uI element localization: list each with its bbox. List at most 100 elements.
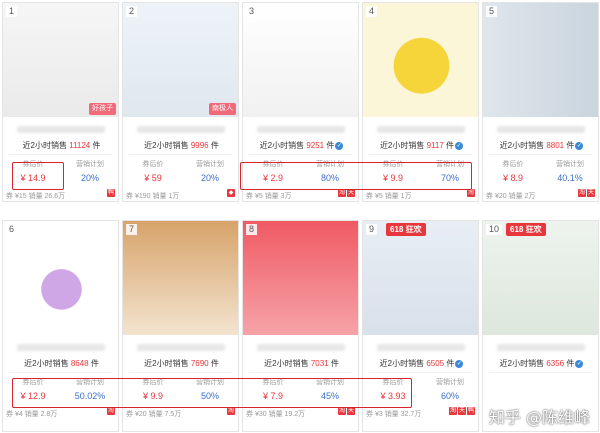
marketing-plan-label: 营销计划	[436, 161, 464, 168]
platform-icon[interactable]: 淘	[107, 407, 115, 415]
recent-sales: 近2小时销售 7690 件	[123, 358, 238, 369]
coupon-price-value: ¥ 14.9	[20, 173, 46, 183]
product-title-blurred[interactable]	[17, 344, 105, 351]
product-title-blurred[interactable]	[497, 344, 585, 351]
recent-sales-value: 6505	[426, 359, 445, 368]
divider	[129, 154, 232, 155]
platform-icons: 鸭	[107, 189, 115, 197]
promo-618-badge: 618 狂欢	[506, 223, 546, 236]
product-image[interactable]	[123, 3, 238, 117]
coupon-price-label: 券后价	[382, 379, 404, 386]
divider	[9, 372, 112, 373]
rank-number: 2	[126, 6, 138, 17]
divider	[369, 154, 472, 155]
product-card[interactable]: 8 近2小时销售 7031 件券后价 ¥ 7.9 营销计划 45% 券 ¥30 销量 19…	[242, 220, 359, 432]
product-title-blurred[interactable]	[377, 344, 465, 351]
marketing-plan-label: 营销计划	[316, 161, 344, 168]
coupon-price-value: ¥ 3.93	[380, 391, 406, 401]
product-image[interactable]	[243, 3, 358, 117]
coupon-price-value: ¥ 7.9	[262, 391, 284, 401]
product-card[interactable]: 10 618 狂欢 近2小时销售 6356 件 ✓	[482, 220, 599, 432]
product-card[interactable]: 4 近2小时销售 9117 件 ✓ 券后价 ¥ 9.9 营销计划 70% 券 ¥5 销量 1万…	[362, 2, 479, 202]
footer-stats: 券 ¥20 销量 7.5万	[126, 409, 181, 419]
platform-icon[interactable]: 天	[458, 407, 466, 415]
coupon-amount: 券 ¥5	[246, 193, 265, 200]
divider	[249, 154, 352, 155]
platform-icon[interactable]: 鸭	[107, 189, 115, 197]
coupon-price-label: 券后价	[502, 161, 524, 168]
total-sales: 销量 32.7万	[384, 411, 422, 418]
product-card[interactable]: 2 南极人 近2小时销售 9996 件券后价 ¥ 59 营销计划 20% 券 ¥190 销量…	[122, 2, 239, 202]
rank-number: 6	[6, 224, 18, 235]
coupon-price-label: 券后价	[22, 161, 44, 168]
platform-icon[interactable]: ◆	[227, 189, 235, 197]
platform-icon[interactable]: 淘	[227, 407, 235, 415]
product-title-blurred[interactable]	[17, 126, 105, 133]
platform-icon[interactable]: 鸭	[467, 407, 475, 415]
product-card[interactable]: 6 近2小时销售 8648 件券后价 ¥ 12.9 营销计划 50.02% 券 ¥4 销量…	[2, 220, 119, 432]
product-card[interactable]: 7 近2小时销售 7690 件券后价 ¥ 9.9 营销计划 50% 券 ¥20 销量 7.…	[122, 220, 239, 432]
platform-icon[interactable]: 淘	[578, 189, 586, 197]
coupon-price: 券后价 ¥ 7.9	[249, 378, 297, 403]
platform-icons: 淘天	[338, 407, 355, 415]
product-title-blurred[interactable]	[497, 126, 585, 133]
product-card[interactable]: 9 618 狂欢 近2小时销售 6505 件 ✓ 券后价 ¥ 3.93 营销计划 60% 券 ¥…	[362, 220, 479, 432]
product-image[interactable]	[3, 3, 118, 117]
marketing-plan: 营销计划 50.02%	[66, 378, 114, 403]
product-image[interactable]	[483, 3, 598, 117]
footer-stats: 券 ¥4 销量 2.8万	[6, 409, 57, 419]
verified-icon: ✓	[575, 359, 584, 368]
recent-sales: 近2小时销售 8648 件	[3, 358, 118, 369]
marketing-plan: 营销计划 20%	[66, 160, 114, 185]
coupon-price-value: ¥ 12.9	[20, 391, 46, 401]
product-title-blurred[interactable]	[137, 126, 225, 133]
unit-label: 件	[208, 359, 219, 368]
total-sales: 销量 19.2万	[268, 411, 306, 418]
total-sales: 销量 1万	[152, 193, 180, 200]
product-title-blurred[interactable]	[257, 126, 345, 133]
marketing-plan: 营销计划 50%	[186, 378, 234, 403]
product-image[interactable]	[363, 221, 478, 335]
product-card[interactable]: 5 近2小时销售 8801 件 ✓ 券后价 ¥ 8.9 营销计划 40.1% 券 ¥20 销量…	[482, 2, 599, 202]
coupon-price-label: 券后价	[382, 161, 404, 168]
recent-sales: 近2小时销售 6505 件 ✓	[363, 358, 478, 369]
coupon-amount: 券 ¥30	[246, 411, 269, 418]
platform-icon[interactable]: 天	[347, 407, 355, 415]
footer-stats: 券 ¥30 销量 19.2万	[246, 409, 305, 419]
rank-number: 4	[366, 6, 378, 17]
platform-icons: ◆	[227, 189, 235, 197]
platform-icon[interactable]: 天	[347, 189, 355, 197]
marketing-plan-value: 50%	[200, 391, 219, 401]
recent-sales: 近2小时销售 9251 件 ✓	[243, 140, 358, 151]
platform-icon[interactable]: 天	[587, 189, 595, 197]
total-sales: 销量 26.6万	[28, 193, 66, 200]
unit-label: 件	[88, 359, 99, 368]
marketing-plan-value: 60%	[440, 391, 459, 401]
product-title-blurred[interactable]	[377, 126, 465, 133]
recent-sales-value: 11124	[69, 141, 91, 150]
platform-icon[interactable]: 淘	[338, 407, 346, 415]
product-grid: 1 好孩子 近2小时销售 11124 件券后价 ¥ 14.9 营销计划 20% 券 ¥15 …	[0, 0, 600, 433]
product-card[interactable]: 3 近2小时销售 9251 件 ✓ 券后价 ¥ 2.9 营销计划 80% 券 ¥5 销量 3万…	[242, 2, 359, 202]
product-card[interactable]: 1 好孩子 近2小时销售 11124 件券后价 ¥ 14.9 营销计划 20% 券 ¥15 …	[2, 2, 119, 202]
coupon-price-value: ¥ 8.9	[502, 173, 524, 183]
recent-sales-value: 9251	[306, 141, 325, 150]
product-image[interactable]	[483, 221, 598, 335]
platform-icon[interactable]: 淘	[338, 189, 346, 197]
product-image[interactable]	[243, 221, 358, 335]
product-image[interactable]	[363, 3, 478, 117]
recent-sales-value: 7031	[310, 359, 329, 368]
marketing-plan: 营销计划 40.1%	[546, 160, 594, 185]
platform-icon[interactable]: 淘	[467, 189, 475, 197]
coupon-price-label: 券后价	[142, 161, 164, 168]
recent-sales-label: 近2小时销售	[144, 141, 191, 150]
platform-icon[interactable]: 淘	[449, 407, 457, 415]
recent-sales-label: 近2小时销售	[24, 359, 71, 368]
brand-tag: 好孩子	[89, 103, 116, 115]
coupon-price-value: ¥ 59	[144, 173, 162, 183]
product-image[interactable]	[3, 221, 118, 335]
footer-stats: 券 ¥5 销量 3万	[246, 191, 292, 201]
product-image[interactable]	[123, 221, 238, 335]
product-title-blurred[interactable]	[257, 344, 345, 351]
product-title-blurred[interactable]	[137, 344, 225, 351]
